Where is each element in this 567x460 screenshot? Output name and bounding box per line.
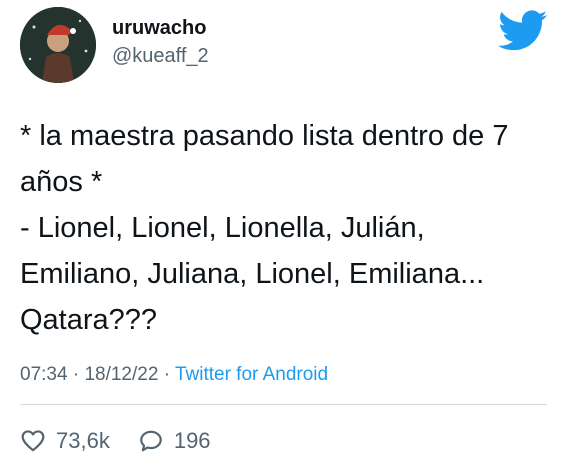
avatar[interactable] (20, 7, 96, 83)
like-count: 73,6k (56, 428, 110, 453)
tweet-source[interactable]: Twitter for Android (175, 364, 328, 385)
divider (20, 404, 547, 405)
tweet-actions: 73,6k 196 (20, 424, 239, 458)
twitter-bird-icon (498, 10, 548, 51)
tweet-text: * la maestra pasando lista dentro de 7 a… (20, 120, 509, 336)
meta-separator: · (163, 364, 171, 385)
meta-separator: · (72, 364, 80, 385)
tweet-meta: 07:34 · 18/12/22 · Twitter for Android (20, 364, 328, 386)
tweet-time[interactable]: 07:34 (20, 364, 68, 385)
heart-icon (21, 430, 45, 452)
display-name[interactable]: uruwacho (112, 17, 206, 40)
tweet-date[interactable]: 18/12/22 (84, 364, 158, 385)
reply-button[interactable]: 196 (138, 428, 211, 454)
like-button[interactable]: 73,6k (20, 428, 110, 454)
reply-bubble-icon (139, 430, 162, 452)
reply-count: 196 (173, 428, 211, 453)
user-handle[interactable]: @kueaff_2 (112, 45, 209, 68)
